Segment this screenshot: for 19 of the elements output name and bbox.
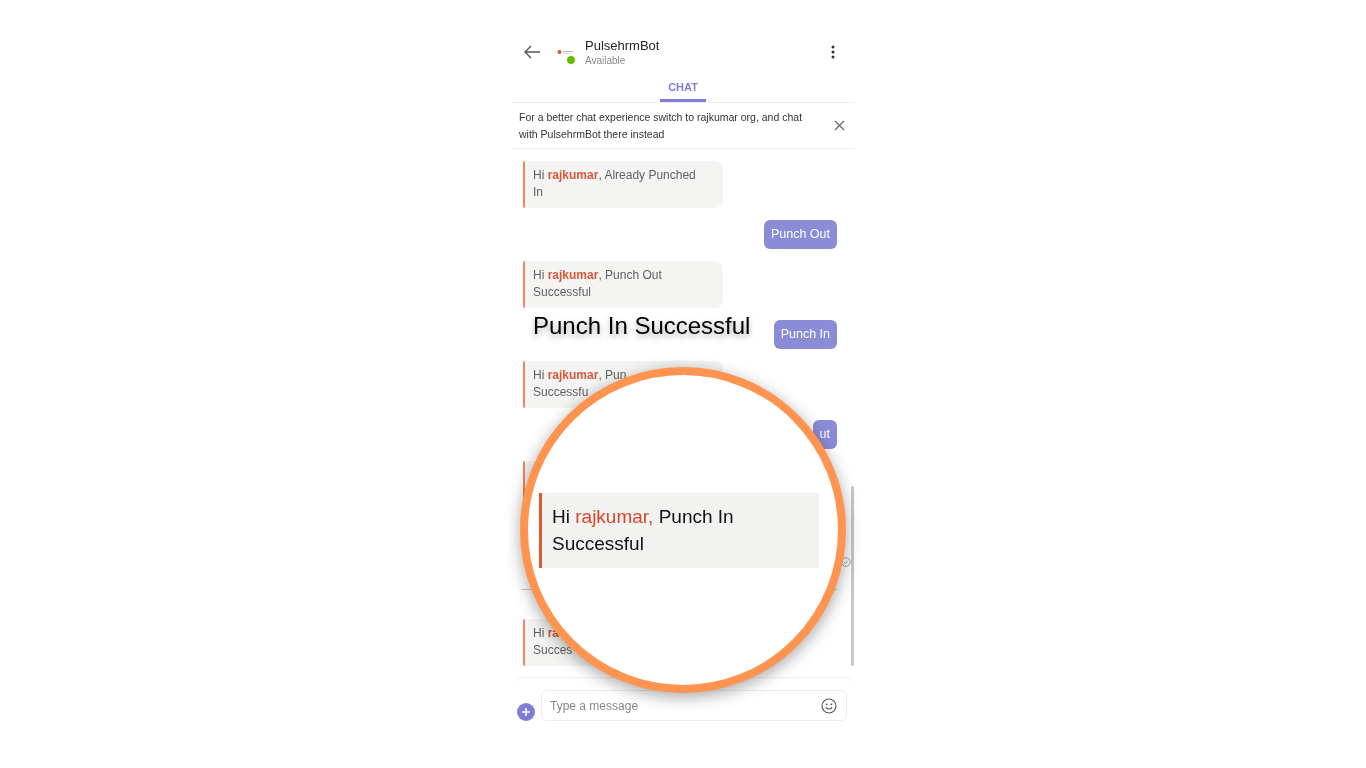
bot-message: Hi rajkumar, Punch Out Successful xyxy=(523,261,723,308)
caption-text: Punch In Successful xyxy=(533,312,751,340)
close-icon[interactable] xyxy=(834,120,845,131)
user-message: Punch In xyxy=(773,320,837,349)
back-arrow-icon[interactable] xyxy=(523,45,541,59)
bot-name: PulsehrmBot xyxy=(585,37,661,54)
check-circle-icon xyxy=(841,557,851,567)
add-icon[interactable] xyxy=(517,703,535,721)
more-options-icon[interactable] xyxy=(831,45,835,59)
bot-message: Hi rajkumar, Already Punched In xyxy=(523,161,723,208)
status-text: Available xyxy=(585,53,627,67)
banner-text: For a better chat experience switch to rajkumar org, and chat with PulsehrmBot there instead xyxy=(519,109,804,142)
emoji-icon[interactable] xyxy=(821,698,837,714)
logo-icon xyxy=(557,48,575,56)
zoomed-message: Hi rajkumar, Punch In Successful xyxy=(539,492,819,568)
message-input[interactable]: Type a message xyxy=(541,690,847,721)
scrollbar[interactable] xyxy=(851,486,854,666)
chat-tab[interactable]: CHAT xyxy=(660,74,706,102)
user-message: Punch Out xyxy=(763,220,837,249)
